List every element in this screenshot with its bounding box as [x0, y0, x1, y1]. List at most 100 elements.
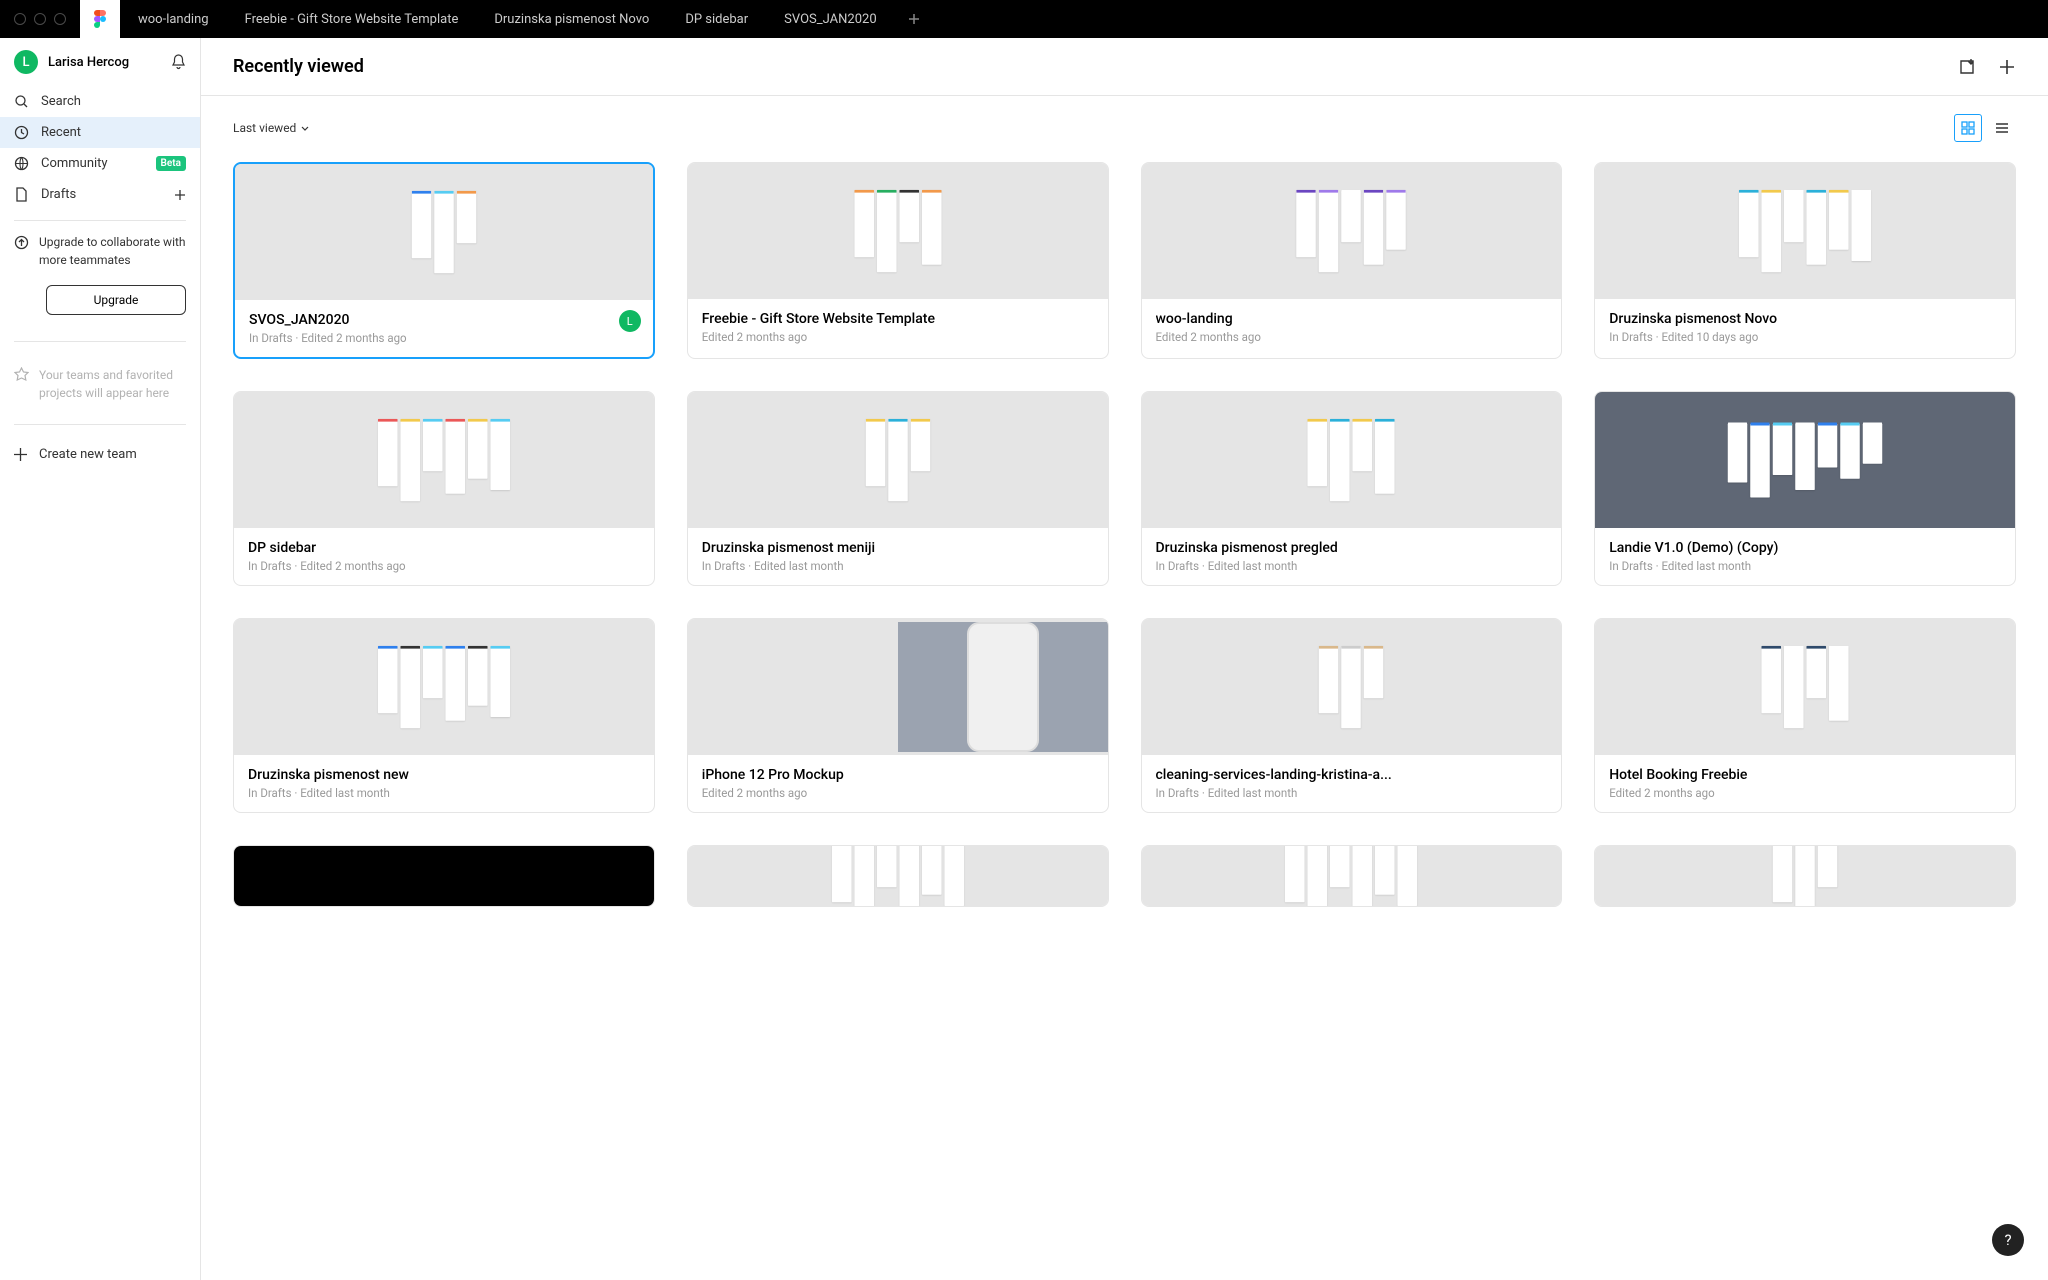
search-icon	[14, 94, 29, 109]
file-title: woo-landing	[1156, 311, 1548, 327]
file-meta: In Drafts · Edited 10 days ago	[1609, 330, 2001, 344]
file-tab[interactable]: SVOS_JAN2020	[766, 0, 894, 38]
file-card[interactable]	[233, 845, 655, 907]
page-title: Recently viewed	[233, 56, 1958, 77]
list-icon	[1995, 121, 2009, 135]
file-title: Hotel Booking Freebie	[1609, 767, 2001, 783]
file-title: SVOS_JAN2020	[249, 312, 639, 328]
file-card[interactable]	[687, 845, 1109, 907]
file-title: Druzinska pismenost Novo	[1609, 311, 2001, 327]
file-meta: In Drafts · Edited last month	[1156, 786, 1548, 800]
favorites-text: Your teams and favorited projects will a…	[39, 366, 186, 402]
minimize-dot[interactable]	[34, 13, 46, 25]
file-meta: In Drafts · Edited 2 months ago	[248, 559, 640, 573]
file-thumbnail	[1142, 846, 1562, 906]
sidebar-recent[interactable]: Recent	[0, 117, 200, 148]
upgrade-button[interactable]: Upgrade	[46, 285, 186, 315]
create-team-label: Create new team	[39, 447, 137, 462]
file-title: Freebie - Gift Store Website Template	[702, 311, 1094, 327]
create-team[interactable]: Create new team	[0, 437, 200, 472]
file-thumbnail	[235, 164, 653, 300]
sidebar: L Larisa Hercog Search Recent Community …	[0, 38, 201, 1280]
file-title: Druzinska pismenost meniji	[702, 540, 1094, 556]
file-title: DP sidebar	[248, 540, 640, 556]
file-card[interactable]	[1594, 845, 2016, 907]
file-card[interactable]: woo-landing Edited 2 months ago	[1141, 162, 1563, 359]
file-tab[interactable]: DP sidebar	[667, 0, 766, 38]
view-toggle	[1954, 114, 2016, 142]
file-meta: Edited 2 months ago	[1609, 786, 2001, 800]
file-title: Druzinska pismenost new	[248, 767, 640, 783]
upgrade-block: Upgrade to collaborate with more teammat…	[0, 233, 200, 285]
editor-avatar: L	[619, 310, 641, 332]
file-meta: Edited 2 months ago	[702, 786, 1094, 800]
import-button[interactable]	[1958, 58, 1976, 76]
file-meta: In Drafts · Edited last month	[1609, 559, 2001, 573]
new-file-button[interactable]	[1998, 58, 2016, 76]
sidebar-search[interactable]: Search	[0, 86, 200, 117]
new-tab-button[interactable]	[895, 13, 933, 25]
file-meta: In Drafts · Edited 2 months ago	[249, 331, 639, 345]
file-thumbnail	[688, 392, 1108, 528]
file-meta: In Drafts · Edited last month	[702, 559, 1094, 573]
avatar: L	[14, 50, 38, 74]
file-tab[interactable]: Druzinska pismenost Novo	[476, 0, 667, 38]
file-card[interactable]: Druzinska pismenost Novo In Drafts · Edit…	[1594, 162, 2016, 359]
file-tab[interactable]: Freebie - Gift Store Website Template	[227, 0, 477, 38]
globe-icon	[14, 156, 29, 171]
file-thumbnail	[1142, 392, 1562, 528]
files-grid: SVOS_JAN2020 In Drafts · Edited 2 months …	[233, 162, 2016, 907]
file-meta: Edited 2 months ago	[1156, 330, 1548, 344]
file-card[interactable]: Hotel Booking Freebie Edited 2 months ago	[1594, 618, 2016, 813]
file-card[interactable]: Freebie - Gift Store Website Template Edi…	[687, 162, 1109, 359]
sort-label: Last viewed	[233, 121, 296, 135]
sort-dropdown[interactable]: Last viewed	[233, 121, 1954, 135]
plus-icon[interactable]	[174, 189, 186, 201]
titlebar: woo-landingFreebie - Gift Store Website …	[0, 0, 2048, 38]
file-thumbnail	[1595, 163, 2015, 299]
file-card[interactable]: Druzinska pismenost pregled In Drafts · E…	[1141, 391, 1563, 586]
recent-label: Recent	[41, 125, 81, 140]
file-meta: Edited 2 months ago	[702, 330, 1094, 344]
list-view-button[interactable]	[1988, 114, 2016, 142]
file-meta: In Drafts · Edited last month	[1156, 559, 1548, 573]
community-label: Community	[41, 156, 108, 171]
file-thumbnail	[688, 163, 1108, 299]
file-card[interactable]: SVOS_JAN2020 In Drafts · Edited 2 months …	[233, 162, 655, 359]
file-icon	[14, 187, 29, 202]
file-title: cleaning-services-landing-kristina-a...	[1156, 767, 1548, 783]
grid-view-button[interactable]	[1954, 114, 1982, 142]
sidebar-community[interactable]: Community Beta	[0, 148, 200, 179]
file-card[interactable]: Druzinska pismenost meniji In Drafts · Ed…	[687, 391, 1109, 586]
figma-logo-icon	[93, 9, 107, 29]
file-tab[interactable]: woo-landing	[120, 0, 227, 38]
file-card[interactable]: cleaning-services-landing-kristina-a... I…	[1141, 618, 1563, 813]
chevron-down-icon	[301, 126, 309, 131]
help-button[interactable]: ?	[1992, 1224, 2024, 1256]
file-title: Druzinska pismenost pregled	[1156, 540, 1548, 556]
notifications-icon[interactable]	[171, 54, 186, 70]
file-card[interactable]: DP sidebar In Drafts · Edited 2 months ag…	[233, 391, 655, 586]
star-icon	[14, 367, 29, 382]
file-card[interactable]: Druzinska pismenost new In Drafts · Edite…	[233, 618, 655, 813]
file-card[interactable]	[1141, 845, 1563, 907]
close-dot[interactable]	[14, 13, 26, 25]
file-thumbnail	[1595, 619, 2015, 755]
file-thumbnail	[1595, 846, 2015, 906]
import-icon	[1958, 58, 1976, 76]
file-thumbnail	[688, 619, 1108, 755]
home-tab[interactable]	[80, 0, 120, 38]
file-meta: In Drafts · Edited last month	[248, 786, 640, 800]
sidebar-drafts[interactable]: Drafts	[0, 179, 200, 210]
plus-icon	[1998, 58, 2016, 76]
window-controls[interactable]	[0, 0, 80, 38]
plus-icon	[908, 13, 920, 25]
favorites-placeholder: Your teams and favorited projects will a…	[0, 354, 200, 414]
maximize-dot[interactable]	[54, 13, 66, 25]
file-card[interactable]: iPhone 12 Pro Mockup Edited 2 months ago	[687, 618, 1109, 813]
file-title: iPhone 12 Pro Mockup	[702, 767, 1094, 783]
file-thumbnail	[1142, 619, 1562, 755]
file-card[interactable]: Landie V1.0 (Demo) (Copy)In Drafts · Edi…	[1594, 391, 2016, 586]
beta-badge: Beta	[156, 156, 186, 171]
user-row[interactable]: L Larisa Hercog	[0, 38, 200, 86]
